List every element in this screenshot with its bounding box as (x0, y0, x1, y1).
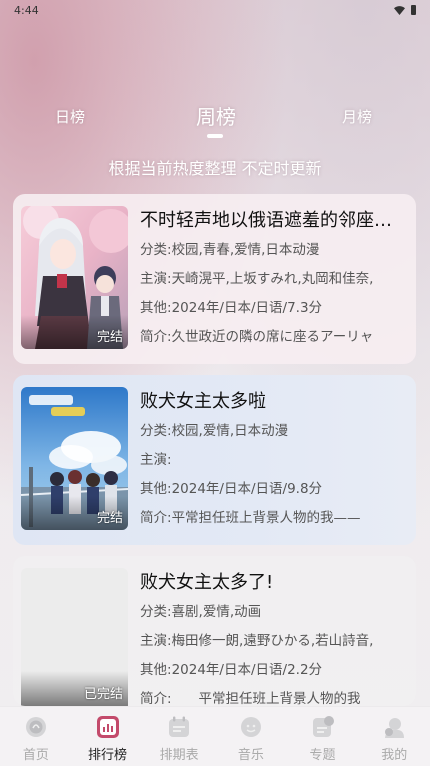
list-item[interactable]: 完结 不时轻声地以俄语遮羞的邻座艾莉同学 分类: 校园,青春,爱情,日本动漫 主… (13, 194, 416, 364)
cast-row: 主演: 梅田修一朗,遠野ひかる,若山詩音, (140, 633, 404, 650)
summary-row: 简介: 久世政近の隣の席に座るアーリャ (140, 329, 404, 346)
ranking-icon (96, 716, 119, 738)
tab-weekly[interactable]: 周榜 (196, 101, 236, 130)
category-row: 分类: 校园,青春,爱情,日本动漫 (140, 242, 404, 259)
summary-value: 平常担任班上背景人物的我—— (171, 510, 361, 526)
item-title: 不时轻声地以俄语遮羞的邻座艾莉同学 (140, 210, 404, 231)
summary-row: 简介: 平常担任班上背景人物的我—— (140, 510, 404, 527)
cast-label: 主演: (140, 452, 172, 468)
home-icon (25, 717, 46, 737)
schedule-icon (169, 716, 190, 737)
other-value: 2024年/日本/日语/7.3分 (171, 300, 323, 316)
category-row: 分类: 喜剧,爱情,动画 (140, 604, 404, 621)
nav-schedule[interactable]: 排期表 (143, 707, 215, 766)
tab-monthly[interactable]: 月榜 (342, 106, 372, 127)
summary-label: 简介: (140, 510, 172, 526)
nav-label: 音乐 (237, 748, 264, 763)
nav-profile[interactable]: 我的 (358, 707, 430, 766)
category-value: 校园,爱情,日本动漫 (171, 423, 289, 439)
poster-image: 已完结 (21, 568, 128, 706)
cast-row: 主演: (140, 452, 404, 469)
item-title: 败犬女主太多啦 (140, 391, 266, 412)
topic-icon (312, 716, 334, 737)
cast-value: 梅田修一朗,遠野ひかる,若山詩音, (171, 633, 374, 649)
nav-ranking[interactable]: 排行榜 (72, 707, 144, 766)
item-title: 败犬女主太多了! (140, 572, 274, 593)
other-value: 2024年/日本/日语/9.8分 (171, 481, 323, 497)
summary-row: 简介: 平常担任班上背景人物的我 (140, 691, 404, 706)
nav-label: 排期表 (159, 748, 199, 763)
profile-icon (385, 718, 405, 738)
cast-label: 主演: (140, 271, 172, 287)
ranking-tabs: 日榜 周榜 月榜 (0, 96, 430, 136)
summary-value: 平常担任班上背景人物的我 (171, 691, 361, 706)
summary-label: 简介: (140, 329, 172, 345)
nav-label: 专题 (309, 748, 336, 763)
status-badge: 完结 (96, 330, 123, 345)
wifi-icon (394, 5, 405, 15)
status-badge: 完结 (96, 511, 123, 526)
other-row: 其他: 2024年/日本/日语/7.3分 (140, 300, 404, 317)
bottom-nav: 首页 排行榜 排期表 音乐 专题 我的 (0, 706, 430, 766)
ranking-list: 完结 不时轻声地以俄语遮羞的邻座艾莉同学 分类: 校园,青春,爱情,日本动漫 主… (13, 194, 416, 717)
category-row: 分类: 校园,爱情,日本动漫 (140, 423, 404, 440)
list-item[interactable]: 已完结 败犬女主太多了! 分类: 喜剧,爱情,动画 主演: 梅田修一朗,遠野ひか… (13, 556, 416, 706)
nav-label: 排行榜 (88, 748, 128, 763)
category-value: 喜剧,爱情,动画 (171, 604, 262, 620)
status-badge: 已完结 (83, 687, 123, 702)
category-value: 校园,青春,爱情,日本动漫 (171, 242, 320, 258)
cast-row: 主演: 天崎滉平,上坂すみれ,丸岡和佳奈, (140, 271, 404, 288)
status-bar: 4:44 (0, 0, 430, 20)
music-icon (240, 717, 261, 737)
item-info: 败犬女主太多了! 分类: 喜剧,爱情,动画 主演: 梅田修一朗,遠野ひかる,若山… (140, 570, 404, 706)
tab-indicator (207, 134, 223, 138)
other-label: 其他: (140, 662, 172, 678)
list-item[interactable]: 完结 败犬女主太多啦 分类: 校园,爱情,日本动漫 主演: 其他: 2024年/… (13, 375, 416, 545)
item-info: 不时轻声地以俄语遮羞的邻座艾莉同学 分类: 校园,青春,爱情,日本动漫 主演: … (140, 208, 404, 346)
other-label: 其他: (140, 481, 172, 497)
ranking-subtitle: 根据当前热度整理 不定时更新 (108, 159, 322, 178)
nav-topic[interactable]: 专题 (287, 707, 359, 766)
category-label: 分类: (140, 604, 172, 620)
other-value: 2024年/日本/日语/2.2分 (171, 662, 323, 678)
summary-label: 简介: (140, 691, 172, 706)
item-info: 败犬女主太多啦 分类: 校园,爱情,日本动漫 主演: 其他: 2024年/日本/… (140, 389, 404, 527)
other-label: 其他: (140, 300, 172, 316)
nav-music[interactable]: 音乐 (215, 707, 287, 766)
nav-label: 首页 (22, 748, 49, 763)
status-icons (394, 5, 416, 15)
cast-value: 天崎滉平,上坂すみれ,丸岡和佳奈, (171, 271, 374, 287)
poster-image: 完结 (21, 387, 128, 530)
battery-icon (411, 5, 416, 15)
other-row: 其他: 2024年/日本/日语/2.2分 (140, 662, 404, 679)
poster-image: 完结 (21, 206, 128, 349)
nav-label: 我的 (381, 748, 408, 763)
other-row: 其他: 2024年/日本/日语/9.8分 (140, 481, 404, 498)
cast-label: 主演: (140, 633, 172, 649)
nav-home[interactable]: 首页 (0, 707, 72, 766)
summary-value: 久世政近の隣の席に座るアーリャ (171, 329, 374, 345)
category-label: 分类: (140, 423, 172, 439)
status-time: 4:44 (14, 3, 39, 17)
category-label: 分类: (140, 242, 172, 258)
tab-daily[interactable]: 日榜 (55, 106, 85, 127)
